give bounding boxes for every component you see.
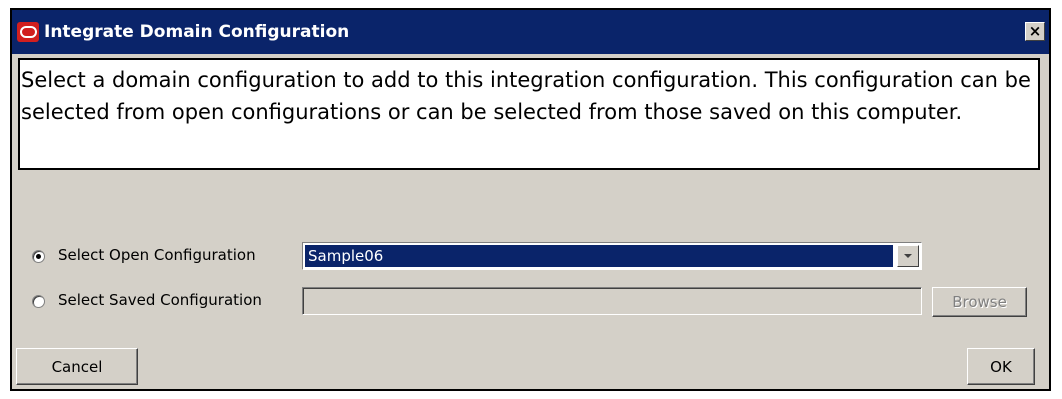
cancel-button[interactable]: Cancel <box>16 348 138 385</box>
saved-configuration-path-field <box>302 287 922 315</box>
instruction-text: Select a domain configuration to add to … <box>21 68 1031 124</box>
dropdown-button[interactable] <box>897 245 919 267</box>
open-configuration-value[interactable]: Sample06 <box>305 245 893 267</box>
saved-configuration-label[interactable]: Select Saved Configuration <box>58 291 262 309</box>
open-configuration-dropdown[interactable]: Sample06 <box>302 242 922 270</box>
browse-button[interactable]: Browse <box>932 287 1027 317</box>
saved-configuration-radio[interactable] <box>32 295 45 308</box>
instruction-panel: Select a domain configuration to add to … <box>18 58 1040 170</box>
close-icon: × <box>1028 22 1042 40</box>
open-configuration-label[interactable]: Select Open Configuration <box>58 246 256 264</box>
radio-selected-dot <box>36 254 41 259</box>
integrate-domain-dialog: Integrate Domain Configuration × Select … <box>10 8 1051 391</box>
chevron-down-icon <box>904 254 912 258</box>
ok-button[interactable]: OK <box>967 348 1035 385</box>
title-bar[interactable]: Integrate Domain Configuration × <box>12 10 1049 54</box>
open-configuration-radio[interactable] <box>32 250 45 263</box>
oracle-logo-icon <box>17 22 39 42</box>
close-button[interactable]: × <box>1025 22 1045 41</box>
window-title: Integrate Domain Configuration <box>44 22 350 42</box>
